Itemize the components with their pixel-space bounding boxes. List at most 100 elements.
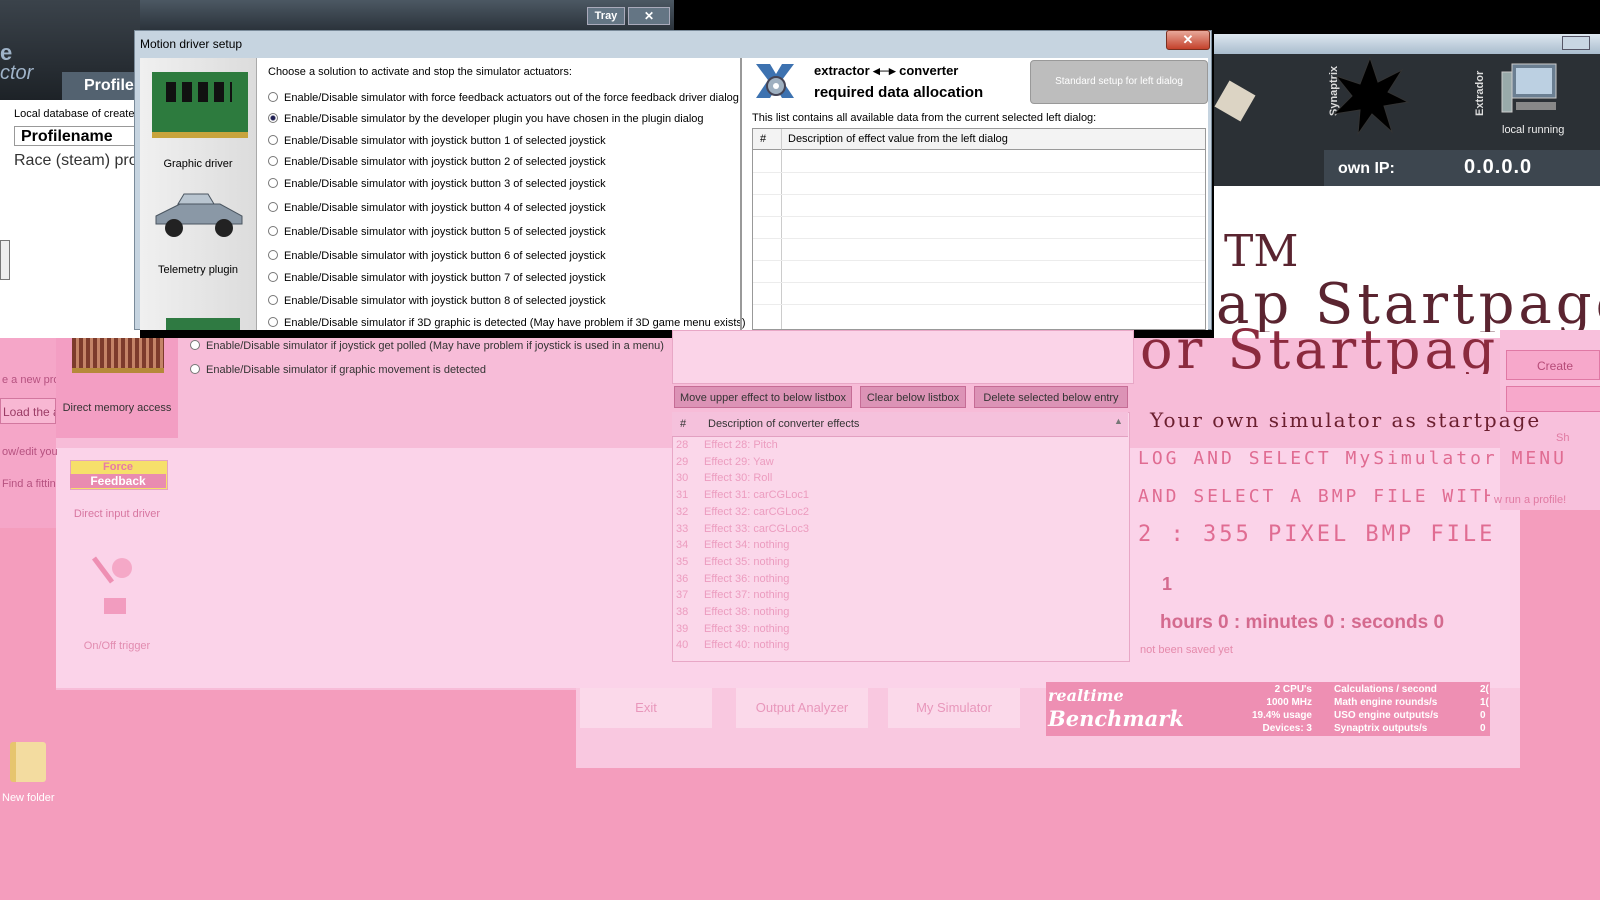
minimize-button[interactable]: [1562, 36, 1590, 50]
radio-label: Enable/Disable simulator by the develope…: [284, 113, 704, 125]
radio-label: Enable/Disable simulator with joystick b…: [284, 272, 606, 284]
converter-effect-row[interactable]: 40 Effect 40: nothing: [676, 639, 1110, 655]
radio-joystick-polled[interactable]: Enable/Disable simulator if joystick get…: [190, 340, 664, 352]
radio-circle[interactable]: [190, 364, 200, 374]
move-effect-button[interactable]: Move upper effect to below listbox: [674, 386, 852, 408]
radio-option[interactable]: Enable/Disable simulator with joystick b…: [268, 156, 606, 168]
radio-label: Enable/Disable simulator with joystick b…: [284, 135, 606, 147]
converter-effect-row[interactable]: 32 Effect 32: carCGLoc2: [676, 506, 1110, 522]
upper-list-continuation: [672, 330, 1134, 384]
converter-effect-row[interactable]: 38 Effect 38: nothing: [676, 606, 1110, 622]
my-simulator-button[interactable]: My Simulator: [888, 688, 1020, 728]
available-data-hash-column: #: [760, 133, 767, 145]
converter-effect-row[interactable]: 35 Effect 35: nothing: [676, 556, 1110, 572]
converter-effect-row[interactable]: 36 Effect 36: nothing: [676, 573, 1110, 589]
radio-option[interactable]: Enable/Disable simulator with joystick b…: [268, 272, 606, 284]
back-close-button[interactable]: ✕: [628, 7, 670, 25]
radio-graphic-movement[interactable]: Enable/Disable simulator if graphic move…: [190, 364, 486, 376]
radio-option[interactable]: Enable/Disable simulator with force feed…: [268, 92, 739, 104]
delete-entry-button[interactable]: Delete selected below entry: [974, 386, 1128, 408]
table-gridline: [753, 172, 1205, 173]
radio-circle[interactable]: [268, 92, 278, 102]
startpage-subtitle: Your own simulator as startpage: [1150, 408, 1542, 432]
sidebar-item-graphic-driver[interactable]: Graphic driver: [140, 158, 256, 170]
converter-effect-row[interactable]: 39 Effect 39: nothing: [676, 623, 1110, 639]
sidebar-item-telemetry-plugin[interactable]: Telemetry plugin: [140, 264, 256, 276]
table-gridline: [753, 260, 1205, 261]
bench-calc-value: 2(: [1480, 684, 1489, 695]
effect-label: Effect 29: Yaw: [704, 455, 774, 468]
radio-option[interactable]: Enable/Disable simulator if 3D graphic i…: [268, 317, 746, 329]
effect-number: 34: [676, 539, 689, 552]
radio-option[interactable]: Enable/Disable simulator with joystick b…: [268, 135, 606, 147]
sidebar-item-on-off-trigger[interactable]: On/Off trigger: [56, 640, 178, 652]
scroll-up-icon[interactable]: ▲: [1114, 416, 1123, 426]
table-gridline: [753, 238, 1205, 239]
radio-option[interactable]: Enable/Disable simulator by the develope…: [268, 113, 704, 125]
graphics-card-chips: [166, 82, 232, 102]
exit-button[interactable]: Exit: [580, 688, 712, 728]
radio-label: Enable/Disable simulator if 3D graphic i…: [284, 317, 746, 329]
load-button[interactable]: Load the a: [0, 398, 56, 424]
radio-circle[interactable]: [268, 250, 278, 260]
profilename-column-header[interactable]: Profilename: [14, 126, 138, 146]
radio-circle[interactable]: [268, 113, 278, 123]
effect-label: Effect 38: nothing: [704, 606, 790, 618]
bench-synaptrix-value: 0: [1480, 723, 1486, 734]
sidebar-item-direct-memory-access[interactable]: Direct memory access: [56, 402, 178, 414]
radio-circle[interactable]: [268, 226, 278, 236]
radio-circle[interactable]: [268, 202, 278, 212]
output-analyzer-button[interactable]: Output Analyzer: [736, 688, 868, 728]
find-fitting-link[interactable]: Find a fittin: [2, 478, 56, 490]
computer-icon[interactable]: [1498, 62, 1562, 120]
converter-effect-row[interactable]: 30 Effect 30: Roll: [676, 472, 1110, 488]
sidebar-item-direct-input-driver[interactable]: Direct input driver: [56, 508, 178, 520]
effect-number: 36: [676, 572, 689, 585]
show-link[interactable]: Sh: [1556, 432, 1569, 444]
radio-circle[interactable]: [268, 295, 278, 305]
radio-circle[interactable]: [268, 135, 278, 145]
folder-label[interactable]: New folder: [2, 792, 55, 804]
tray-button[interactable]: Tray: [587, 7, 625, 25]
dialog-close-button[interactable]: ✕: [1166, 30, 1210, 50]
table-gridline: [753, 194, 1205, 195]
run-profile-text: w run a profile!: [1494, 494, 1567, 506]
radio-circle[interactable]: [268, 178, 278, 188]
radio-option[interactable]: Enable/Disable simulator with joystick b…: [268, 250, 606, 262]
table-gridline: [753, 304, 1205, 305]
standard-setup-button[interactable]: Standard setup for left dialog: [1030, 60, 1208, 104]
scrollbar[interactable]: [0, 240, 10, 280]
effect-number: 33: [676, 522, 689, 535]
bench-devices: Devices: 3: [1262, 723, 1312, 734]
radio-option[interactable]: Enable/Disable simulator with joystick b…: [268, 295, 606, 307]
radio-option[interactable]: Enable/Disable simulator with joystick b…: [268, 178, 606, 190]
radio-circle[interactable]: [268, 317, 278, 327]
table-gridline: [753, 282, 1205, 283]
effect-number: 39: [676, 622, 689, 635]
create-button[interactable]: Create: [1506, 350, 1600, 380]
radio-circle[interactable]: [268, 272, 278, 282]
converter-effect-row[interactable]: 34 Effect 34: nothing: [676, 539, 1110, 555]
radio-option[interactable]: Enable/Disable simulator with joystick b…: [268, 226, 606, 238]
bench-calc-label: Calculations / second: [1334, 684, 1437, 695]
synaptrix-icon[interactable]: [1330, 56, 1410, 136]
effect-label: Effect 31: carCGLoc1: [704, 489, 809, 502]
show-edit-link[interactable]: ow/edit you: [2, 446, 58, 458]
folder-icon[interactable]: [10, 742, 46, 782]
own-ip-label: own IP:: [1338, 160, 1395, 177]
converter-effect-row[interactable]: 33 Effect 33: carCGLoc3: [676, 523, 1110, 539]
available-data-table[interactable]: [752, 128, 1206, 330]
radio-circle[interactable]: [190, 340, 200, 350]
tab-profile[interactable]: Profile: [62, 72, 140, 100]
converter-effect-row[interactable]: 31 Effect 31: carCGLoc1: [676, 489, 1110, 505]
converter-effect-row[interactable]: 29 Effect 29: Yaw: [676, 456, 1110, 472]
required-data-title: required data allocation: [814, 84, 984, 101]
profile-row[interactable]: Race (steam) pro: [14, 152, 138, 170]
clear-listbox-button[interactable]: Clear below listbox: [860, 386, 966, 408]
converter-effect-row[interactable]: 28 Effect 28: Pitch: [676, 439, 1110, 455]
converter-effect-row[interactable]: 37 Effect 37: nothing: [676, 589, 1110, 605]
table-gridline: [753, 216, 1205, 217]
dialog-title: Motion driver setup: [140, 37, 243, 51]
radio-option[interactable]: Enable/Disable simulator with joystick b…: [268, 202, 606, 214]
radio-circle[interactable]: [268, 156, 278, 166]
